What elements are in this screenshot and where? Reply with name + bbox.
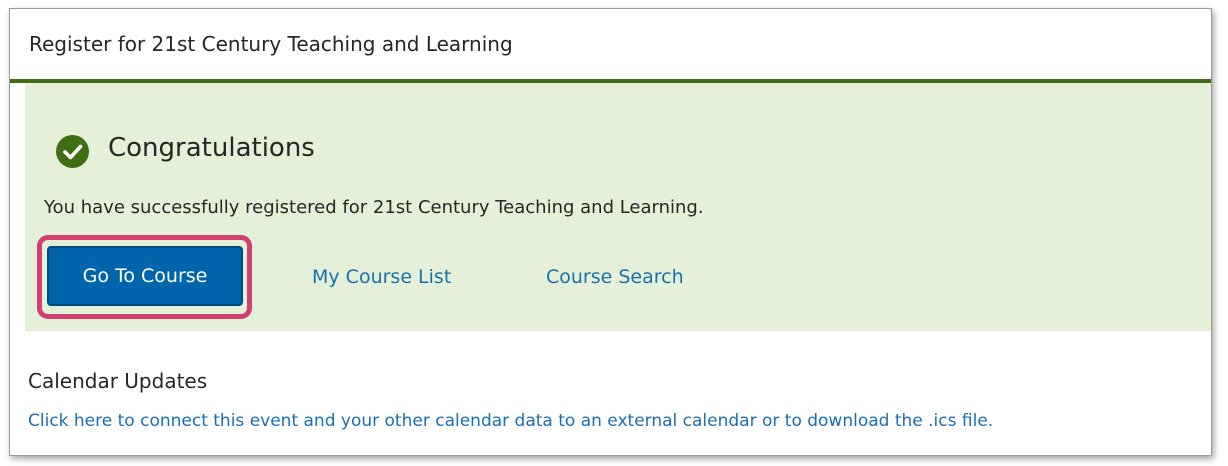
- calendar-connect-link[interactable]: Click here to connect this event and you…: [28, 411, 993, 431]
- go-to-course-button[interactable]: Go To Course: [47, 246, 243, 306]
- course-search-link[interactable]: Course Search: [546, 266, 684, 288]
- page-title: Register for 21st Century Teaching and L…: [29, 32, 513, 56]
- checkmark-circle-icon: [56, 135, 89, 168]
- my-course-list-link[interactable]: My Course List: [312, 266, 451, 288]
- page-header: Register for 21st Century Teaching and L…: [10, 9, 1211, 83]
- success-heading: Congratulations: [108, 133, 315, 163]
- registration-window: Register for 21st Century Teaching and L…: [9, 8, 1212, 456]
- success-panel: Congratulations You have successfully re…: [25, 83, 1211, 331]
- calendar-updates-heading: Calendar Updates: [28, 369, 208, 393]
- success-message: You have successfully registered for 21s…: [44, 197, 704, 218]
